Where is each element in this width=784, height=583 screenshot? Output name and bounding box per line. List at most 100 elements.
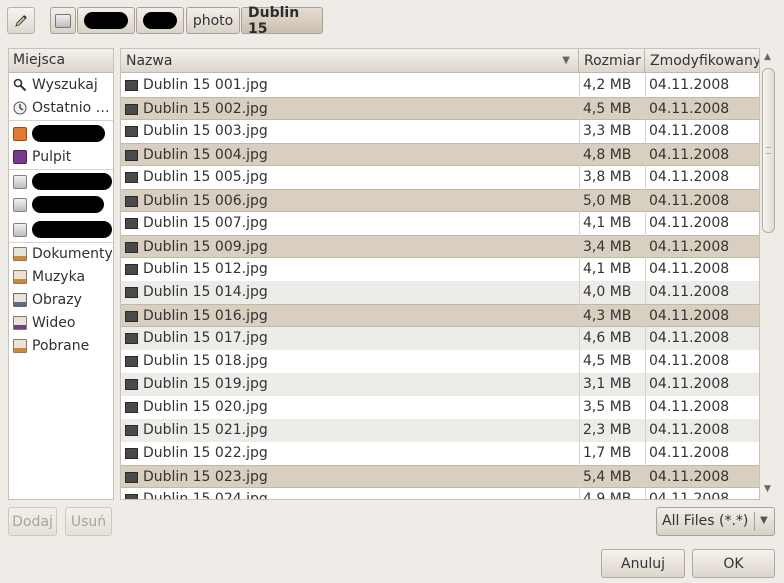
file-row[interactable]: Dublin 15 014.jpg 4,0 MB 04.11.2008	[121, 281, 759, 304]
path-crumb-dublin15[interactable]: Dublin 15	[241, 5, 323, 37]
file-row[interactable]: Dublin 15 006.jpg 5,0 MB 04.11.2008	[121, 189, 759, 212]
place-home[interactable]	[9, 122, 113, 145]
image-file-icon	[125, 356, 138, 367]
file-row[interactable]: Dublin 15 021.jpg 2,3 MB 04.11.2008	[121, 419, 759, 442]
file-name: Dublin 15 024.jpg	[143, 491, 268, 500]
place-label: Dokumenty	[32, 245, 113, 262]
path-crumb-redacted-2[interactable]	[136, 7, 184, 34]
place-recent[interactable]: Ostatnio …	[9, 96, 113, 119]
file-modified: 04.11.2008	[649, 353, 730, 369]
file-row[interactable]: Dublin 15 001.jpg 4,2 MB 04.11.2008	[121, 74, 759, 97]
ok-button[interactable]: OK	[692, 549, 775, 578]
column-divider	[645, 73, 646, 499]
place-search[interactable]: Wyszukaj	[9, 73, 113, 96]
file-row[interactable]: Dublin 15 004.jpg 4,8 MB 04.11.2008	[121, 143, 759, 166]
file-modified: 04.11.2008	[649, 147, 730, 163]
image-file-icon	[125, 494, 138, 499]
file-filter-dropdown[interactable]: All Files (*.*) ▼	[656, 507, 775, 536]
path-crumb-photo[interactable]: photo	[186, 7, 240, 34]
sort-descending-icon: ▼	[562, 55, 570, 66]
file-modified: 04.11.2008	[649, 261, 730, 277]
place-documents[interactable]: Dokumenty	[9, 242, 113, 265]
image-file-icon	[125, 311, 138, 322]
drive-icon	[55, 13, 71, 28]
file-name: Dublin 15 019.jpg	[143, 376, 268, 392]
file-modified: 04.11.2008	[649, 101, 730, 117]
file-name: Dublin 15 020.jpg	[143, 399, 268, 415]
file-row[interactable]: Dublin 15 019.jpg 3,1 MB 04.11.2008	[121, 373, 759, 396]
path-crumb-redacted-1[interactable]	[77, 7, 135, 34]
scrollbar-thumb[interactable]	[762, 68, 775, 233]
place-drive-3[interactable]	[9, 218, 113, 241]
image-file-icon	[125, 104, 138, 115]
file-row[interactable]: Dublin 15 023.jpg 5,4 MB 04.11.2008	[121, 465, 759, 488]
place-drive-1[interactable]	[9, 170, 113, 193]
add-bookmark-button[interactable]: Dodaj	[8, 507, 57, 536]
place-label: Obrazy	[32, 291, 82, 308]
file-size: 4,6 MB	[583, 330, 632, 346]
redacted-label	[32, 173, 112, 190]
file-size: 4,1 MB	[583, 261, 632, 277]
place-label: Pulpit	[32, 148, 72, 165]
file-row[interactable]: Dublin 15 002.jpg 4,5 MB 04.11.2008	[121, 97, 759, 120]
file-modified: 04.11.2008	[649, 123, 730, 139]
file-name: Dublin 15 001.jpg	[143, 77, 268, 93]
file-size: 1,7 MB	[583, 445, 632, 461]
video-folder-icon	[13, 315, 27, 330]
places-header[interactable]: Miejsca	[9, 49, 113, 73]
file-size: 3,4 MB	[583, 239, 632, 255]
file-row[interactable]: Dublin 15 012.jpg 4,1 MB 04.11.2008	[121, 258, 759, 281]
place-label: Pobrane	[32, 337, 90, 354]
file-row[interactable]: Dublin 15 016.jpg 4,3 MB 04.11.2008	[121, 304, 759, 327]
place-desktop[interactable]: Pulpit	[9, 145, 113, 168]
file-list-scrollbar[interactable]: ▲ ▼	[760, 48, 777, 500]
redacted-label	[32, 125, 105, 142]
file-size: 4,5 MB	[583, 101, 632, 117]
file-row[interactable]: Dublin 15 003.jpg 3,3 MB 04.11.2008	[121, 120, 759, 143]
file-row[interactable]: Dublin 15 024.jpg 4,9 MB 04.11.2008	[121, 488, 759, 500]
image-file-icon	[125, 402, 138, 413]
file-row[interactable]: Dublin 15 005.jpg 3,8 MB 04.11.2008	[121, 166, 759, 189]
file-list[interactable]: Nazwa ▼ Rozmiar Zmodyfikowany Dublin 15 …	[120, 48, 760, 500]
edit-location-button[interactable]	[7, 7, 35, 34]
pictures-folder-icon	[13, 292, 27, 307]
column-label: Nazwa	[126, 53, 173, 69]
drive-crumb-button[interactable]	[50, 7, 76, 34]
column-header-name[interactable]: Nazwa ▼	[121, 49, 579, 73]
file-row[interactable]: Dublin 15 018.jpg 4,5 MB 04.11.2008	[121, 350, 759, 373]
file-size: 4,9 MB	[583, 491, 632, 500]
image-file-icon	[125, 218, 138, 229]
redacted-label	[32, 221, 112, 238]
cancel-button[interactable]: Anuluj	[601, 549, 685, 578]
file-row[interactable]: Dublin 15 009.jpg 3,4 MB 04.11.2008	[121, 235, 759, 258]
file-row[interactable]: Dublin 15 017.jpg 4,6 MB 04.11.2008	[121, 327, 759, 350]
grip-icon	[766, 147, 771, 154]
place-drive-2[interactable]	[9, 193, 113, 216]
file-row[interactable]: Dublin 15 022.jpg 1,7 MB 04.11.2008	[121, 442, 759, 465]
remove-bookmark-button[interactable]: Usuń	[65, 507, 112, 536]
documents-folder-icon	[13, 246, 27, 261]
chevron-down-icon: ▼	[760, 515, 768, 526]
file-name: Dublin 15 006.jpg	[143, 193, 268, 209]
image-file-icon	[125, 448, 138, 459]
place-downloads[interactable]: Pobrane	[9, 334, 113, 357]
scroll-down-arrow-icon[interactable]: ▼	[764, 484, 771, 494]
file-name: Dublin 15 005.jpg	[143, 169, 268, 185]
places-panel: Miejsca Wyszukaj Ostatnio … Pulpit Dokum…	[8, 48, 114, 500]
file-name: Dublin 15 012.jpg	[143, 261, 268, 277]
image-file-icon	[125, 196, 138, 207]
column-header-modified[interactable]: Zmodyfikowany	[645, 49, 759, 73]
file-name: Dublin 15 017.jpg	[143, 330, 268, 346]
file-modified: 04.11.2008	[649, 193, 730, 209]
place-music[interactable]: Muzyka	[9, 265, 113, 288]
place-pictures[interactable]: Obrazy	[9, 288, 113, 311]
file-row[interactable]: Dublin 15 020.jpg 3,5 MB 04.11.2008	[121, 396, 759, 419]
place-video[interactable]: Wideo	[9, 311, 113, 334]
column-header-size[interactable]: Rozmiar	[579, 49, 645, 73]
file-row[interactable]: Dublin 15 007.jpg 4,1 MB 04.11.2008	[121, 212, 759, 235]
file-modified: 04.11.2008	[649, 491, 730, 500]
file-modified: 04.11.2008	[649, 308, 730, 324]
file-size: 4,2 MB	[583, 77, 632, 93]
scroll-up-arrow-icon[interactable]: ▲	[764, 52, 771, 62]
image-file-icon	[125, 126, 138, 137]
